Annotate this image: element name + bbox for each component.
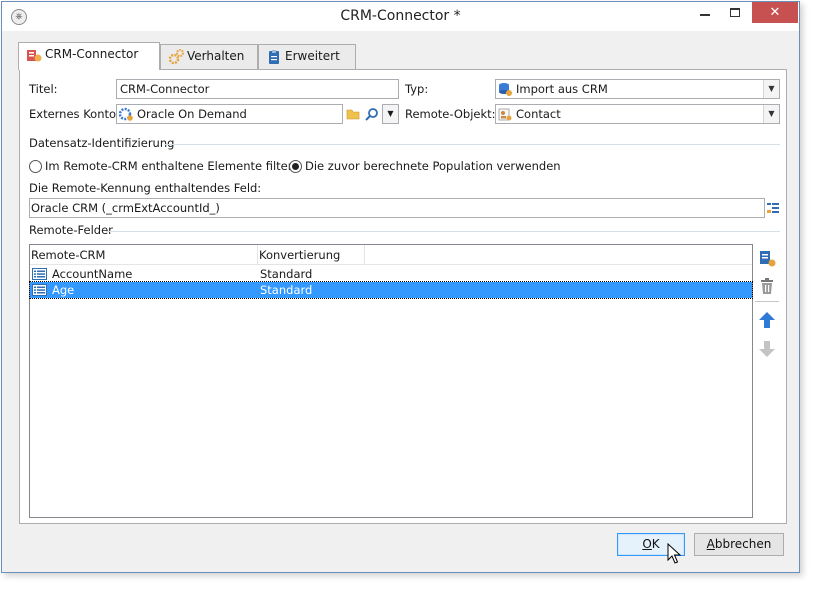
radio-filter-remote-crm[interactable]: Im Remote-CRM enthaltene Elemente filter… [29,159,300,173]
maximize-icon [730,8,740,17]
column-header-remote-crm[interactable]: Remote-CRM [30,245,258,265]
folder-icon[interactable] [346,107,360,121]
tab-crm-connector-label: CRM-Connector [45,47,139,61]
row-conversion: Standard [260,283,313,297]
search-icon[interactable] [365,107,379,121]
konto-dropdown-chevron-down-icon[interactable]: ▼ [382,104,399,124]
window-title: CRM-Connector * [340,8,461,24]
ok-label: OK [642,537,660,551]
remote-objekt-value: Contact [516,107,561,121]
section-divider [106,231,780,232]
externes-konto-label: Externes Konto: [29,107,120,121]
remote-objekt-select[interactable]: Contact ▼ [495,104,780,124]
tab-erweitert[interactable]: Erweitert [258,44,356,69]
tab-erweitert-label: Erweitert [285,49,340,63]
titel-value: CRM-Connector [120,82,210,96]
add-field-icon[interactable] [757,248,777,268]
clipboard-icon [269,50,279,64]
crm-connector-icon [27,50,42,62]
close-icon: ✕ [769,5,781,20]
remote-id-field-value: Oracle CRM (_crmExtAccountId_) [31,201,220,215]
field-list-icon [32,284,47,296]
remote-id-field-label: Die Remote-Kennung enthaltendes Feld: [29,181,262,195]
typ-label: Typ: [405,82,429,96]
typ-value: Import aus CRM [516,82,608,96]
datensatz-identifizierung-heading: Datensatz-Identifizierung [29,136,175,150]
arrow-up-icon[interactable] [757,310,777,330]
cancel-button[interactable]: Abbrechen [694,533,784,556]
title-bar[interactable]: ⎈ CRM-Connector * ✕ [2,2,799,31]
externes-konto-value: Oracle On Demand [137,107,247,121]
radio-button-checked[interactable] [289,160,302,173]
remote-objekt-label: Remote-Objekt: [405,107,496,121]
titel-label: Titel: [29,82,58,96]
remote-felder-heading: Remote-Felder [29,223,113,237]
remote-id-field-input[interactable]: Oracle CRM (_crmExtAccountId_) [29,198,765,218]
column-header-konvertierung[interactable]: Konvertierung [258,245,365,265]
external-account-icon [119,107,133,121]
cancel-label: Abbrechen [706,537,772,551]
radio-population-label: Die zuvor berechnete Population verwende… [305,159,561,173]
list-header: Remote-CRM Konvertierung [30,245,752,265]
gears-icon [168,49,184,65]
typ-select[interactable]: Import aus CRM ▼ [495,79,780,99]
list-item[interactable]: AccountName Standard [30,266,752,282]
arrow-down-icon[interactable] [757,339,777,359]
radio-use-population[interactable]: Die zuvor berechnete Population verwende… [289,159,561,173]
row-field-name: Age [52,283,75,297]
tab-panel-crm-connector: Titel: CRM-Connector Typ: Import aus CRM… [19,69,787,524]
row-field-name: AccountName [52,267,133,281]
close-button[interactable]: ✕ [752,2,798,23]
chevron-down-icon[interactable]: ▼ [763,105,779,123]
row-conversion: Standard [260,267,313,281]
minimize-icon [700,14,710,16]
import-crm-icon [499,83,512,96]
tab-verhalten[interactable]: Verhalten [160,44,258,69]
radio-button-unchecked[interactable] [29,160,42,173]
minimize-button[interactable] [690,3,720,24]
section-divider [165,144,780,145]
edit-expression-icon[interactable] [766,201,780,215]
tab-crm-connector[interactable]: CRM-Connector [18,42,160,70]
chevron-down-icon[interactable]: ▼ [763,80,779,98]
list-item-selected[interactable]: Age Standard [29,281,753,299]
externes-konto-input[interactable]: Oracle On Demand [116,104,343,124]
maximize-button[interactable] [720,3,750,24]
radio-filter-label: Im Remote-CRM enthaltene Elemente filter… [45,159,300,173]
contact-icon [498,108,512,121]
tab-verhalten-label: Verhalten [187,49,245,63]
toolbar-divider [755,301,779,302]
mouse-cursor-icon [667,543,681,564]
trash-icon[interactable] [757,276,777,296]
remote-fields-list[interactable]: Remote-CRM Konvertierung AccountName Sta… [29,244,753,518]
dialog-window: ⎈ CRM-Connector * ✕ CRM-Connector Verhal… [1,1,800,573]
titel-input[interactable]: CRM-Connector [116,79,399,99]
field-list-icon [32,268,47,280]
